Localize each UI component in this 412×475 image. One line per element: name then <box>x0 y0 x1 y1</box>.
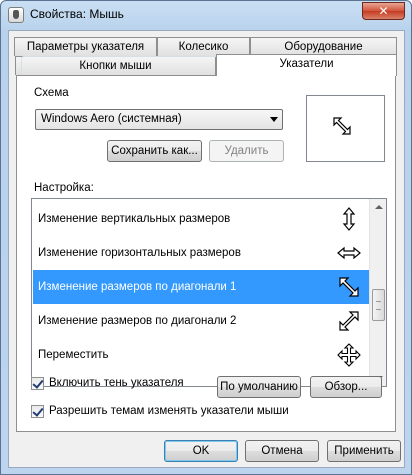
ok-button[interactable]: OK <box>164 440 238 462</box>
list-item-label: Изменение горизонтальных размеров <box>38 247 241 259</box>
cancel-button[interactable]: Отмена <box>245 440 319 462</box>
customize-label: Настройка: <box>34 182 94 194</box>
list-item[interactable]: Переместить <box>33 338 369 372</box>
list-item-label: Переместить <box>38 349 109 361</box>
dialog-window: Свойства: Мышь ✕ Параметры указателя Кол… <box>0 0 412 475</box>
close-button[interactable]: ✕ <box>362 2 405 20</box>
title-bar[interactable]: Свойства: Мышь ✕ <box>1 1 411 29</box>
diagonal-resize-2-icon <box>339 311 359 331</box>
tab-pointer-options[interactable]: Параметры указателя <box>14 37 157 56</box>
list-scrollbar[interactable] <box>369 199 386 386</box>
chevron-down-icon[interactable] <box>270 117 278 122</box>
pointer-shadow-label[interactable]: Включить тень указателя <box>49 377 184 389</box>
scheme-dropdown[interactable]: Windows Aero (системная) <box>35 109 283 130</box>
diagonal-resize-1-icon <box>333 117 351 135</box>
pointer-shadow-checkbox[interactable] <box>31 377 44 390</box>
allow-themes-checkbox[interactable] <box>31 405 44 418</box>
list-item[interactable]: Изменение горизонтальных размеров <box>33 236 369 270</box>
tab-pointers[interactable]: Указатели <box>216 54 397 76</box>
vertical-resize-icon <box>342 207 356 231</box>
horizontal-resize-icon <box>337 246 361 260</box>
browse-button[interactable]: Обзор... <box>310 376 382 398</box>
list-item-selected[interactable]: Изменение размеров по диагонали 1 <box>33 270 369 304</box>
allow-themes-label[interactable]: Разрешить темам изменять указатели мыши <box>49 405 289 417</box>
use-default-button[interactable]: По умолчанию <box>217 376 301 398</box>
list-item-label: Изменение размеров по диагонали 2 <box>38 315 237 327</box>
scroll-up-icon[interactable] <box>371 199 386 216</box>
apply-button[interactable]: Применить <box>327 440 401 462</box>
list-item-label: Изменение размеров по диагонали 1 <box>38 281 237 293</box>
mouse-icon <box>8 7 24 23</box>
window-title: Свойства: Мышь <box>30 7 124 21</box>
diagonal-resize-1-icon <box>339 277 359 297</box>
scroll-thumb[interactable] <box>372 289 385 321</box>
scheme-label: Схема <box>34 87 69 99</box>
list-item-label: Изменение вертикальных размеров <box>38 213 231 225</box>
list-item[interactable]: Изменение вертикальных размеров <box>33 202 369 236</box>
scheme-dropdown-value: Windows Aero (системная) <box>41 113 182 125</box>
cursor-preview <box>306 95 385 162</box>
save-as-button[interactable]: Сохранить как... <box>107 140 202 162</box>
list-item[interactable]: Изменение размеров по диагонали 2 <box>33 304 369 338</box>
delete-button[interactable]: Удалить <box>209 140 284 162</box>
cursor-list[interactable]: Изменение вертикальных размеров Изменени… <box>31 198 387 387</box>
move-icon <box>337 343 361 367</box>
